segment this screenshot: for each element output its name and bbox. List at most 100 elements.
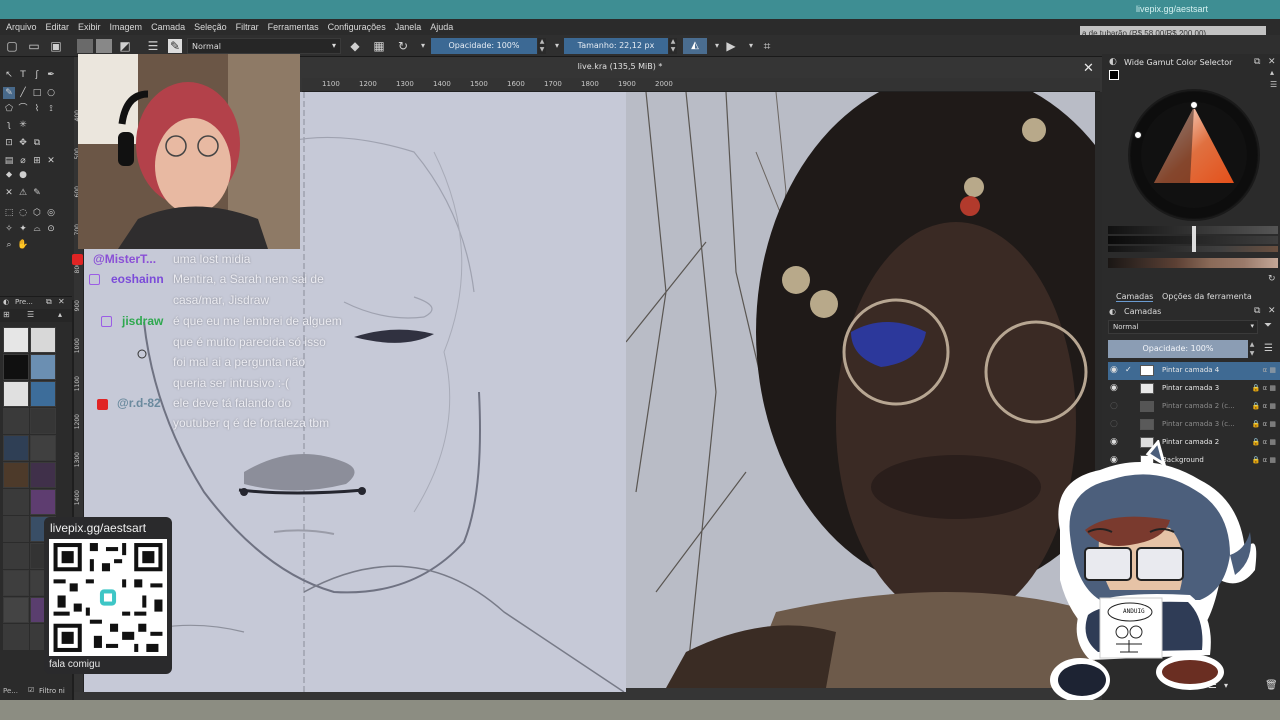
- menu-configuracoes[interactable]: Configurações: [328, 22, 386, 32]
- ellipse-select-icon[interactable]: ◌: [17, 207, 29, 219]
- menu-exibir[interactable]: Exibir: [78, 22, 101, 32]
- freehand-path-icon[interactable]: ⟟: [45, 103, 57, 115]
- tag-icon[interactable]: ⊞: [3, 310, 10, 319]
- crop-tool-icon[interactable]: ⊡: [3, 137, 15, 149]
- pattern-swatch[interactable]: [77, 39, 93, 53]
- move-tool-icon[interactable]: ✥: [17, 137, 29, 149]
- size-spinner[interactable]: ▲ ▼: [669, 38, 677, 54]
- close-icon[interactable]: ✕: [1083, 61, 1094, 76]
- assistant-tool-icon[interactable]: ✕: [3, 187, 15, 199]
- presets-search[interactable]: Pe...: [3, 687, 18, 695]
- blend-mode-select[interactable]: Normal ▾: [187, 38, 341, 54]
- brush-preset[interactable]: [3, 516, 29, 542]
- horizontal-mirror-icon[interactable]: ◭: [683, 38, 707, 54]
- text-tool-icon[interactable]: T: [17, 69, 29, 81]
- close-icon[interactable]: ✕: [58, 297, 65, 306]
- menu-icon[interactable]: ☰: [1264, 343, 1273, 354]
- layer-flags-icon[interactable]: 🔒 α ▦: [1252, 384, 1276, 392]
- colorize-mask-icon[interactable]: ●: [17, 169, 29, 181]
- opacity-spinner[interactable]: ▲ ▼: [538, 38, 546, 54]
- dynamic-brush-icon[interactable]: ʅ: [3, 119, 15, 131]
- gradient-swatch[interactable]: [96, 39, 112, 53]
- preserve-alpha-icon[interactable]: ▦: [372, 39, 386, 53]
- fg-bg-color-icon[interactable]: ◩: [118, 39, 132, 53]
- brush-preset[interactable]: [30, 354, 56, 380]
- similar-select-icon[interactable]: ✦: [17, 223, 29, 235]
- trash-icon[interactable]: 🗑: [1265, 680, 1278, 691]
- brush-preset[interactable]: [3, 408, 29, 434]
- rectangle-tool-icon[interactable]: □: [31, 87, 43, 99]
- polygon-select-icon[interactable]: ⬡: [31, 207, 43, 219]
- float-icon[interactable]: ⧉: [1254, 306, 1260, 316]
- wrap-around-icon[interactable]: ⌗: [760, 39, 774, 53]
- save-icon[interactable]: ▣: [49, 39, 63, 53]
- enclose-fill-icon[interactable]: ⬥: [3, 169, 15, 181]
- menu-filtrar[interactable]: Filtrar: [236, 22, 259, 32]
- menu-imagem[interactable]: Imagem: [110, 22, 143, 32]
- layer-row[interactable]: ○ Pintar camada 2 (c... 🔒 α ▦: [1108, 398, 1280, 416]
- layer-flags-icon[interactable]: 🔒 α ▦: [1252, 402, 1276, 410]
- chevron-down-icon[interactable]: ▾: [744, 39, 758, 53]
- opacity-slider[interactable]: Opacidade: 100%: [431, 38, 537, 54]
- smart-patch-icon[interactable]: ⊞: [31, 155, 43, 167]
- calligraphy-icon[interactable]: ✒: [45, 69, 57, 81]
- layer-row[interactable]: ○ Pintar camada 3 (c... 🔒 α ▦: [1108, 416, 1280, 434]
- brush-settings-icon[interactable]: ☰: [146, 39, 160, 53]
- refresh-icon[interactable]: ↻: [1268, 274, 1276, 284]
- eye-closed-icon[interactable]: ○: [1110, 419, 1118, 429]
- multibrush-icon[interactable]: ✳: [17, 119, 29, 131]
- eye-closed-icon[interactable]: ○: [1110, 401, 1118, 411]
- vertical-mirror-icon[interactable]: ▶: [724, 39, 738, 53]
- close-icon[interactable]: ✕: [1268, 57, 1276, 67]
- layer-row[interactable]: ◉ ✓ Pintar camada 4 α ▦: [1108, 362, 1280, 380]
- fill-tool-icon[interactable]: ✕: [45, 155, 57, 167]
- layer-opacity-slider[interactable]: Opacidade: 100%: [1108, 340, 1248, 358]
- gradient-tool-icon[interactable]: ▤: [3, 155, 15, 167]
- freehand-select-icon[interactable]: ◎: [45, 207, 57, 219]
- measure-tool-icon[interactable]: ⚠: [17, 187, 29, 199]
- menu-editar[interactable]: Editar: [46, 22, 70, 32]
- menu-selecao[interactable]: Seleção: [194, 22, 227, 32]
- brush-preset-icon[interactable]: ✎: [168, 39, 182, 53]
- layer-flags-icon[interactable]: 🔒 α ▦: [1252, 420, 1276, 428]
- reference-tool-icon[interactable]: ✎: [31, 187, 43, 199]
- brush-preset[interactable]: [30, 327, 56, 353]
- foreground-color-swatch[interactable]: [1109, 70, 1119, 80]
- list-view-icon[interactable]: ☰: [27, 310, 34, 319]
- open-folder-icon[interactable]: ▭: [27, 39, 41, 53]
- rect-select-icon[interactable]: ⬚: [3, 207, 15, 219]
- layer-opacity-spinner[interactable]: ▲ ▼: [1248, 340, 1256, 358]
- menu-camada[interactable]: Camada: [151, 22, 185, 32]
- brush-preset[interactable]: [3, 381, 29, 407]
- brush-preset[interactable]: [3, 462, 29, 488]
- brush-preset[interactable]: [3, 327, 29, 353]
- eye-icon[interactable]: ◉: [1110, 383, 1118, 393]
- bezier-tool-icon[interactable]: ⌇: [31, 103, 43, 115]
- tab-camadas[interactable]: Camadas: [1116, 292, 1154, 302]
- eye-icon[interactable]: ◉: [1110, 365, 1118, 375]
- brush-preset[interactable]: [30, 489, 56, 515]
- pan-tool-icon[interactable]: ✋: [17, 239, 29, 251]
- menu-ajuda[interactable]: Ajuda: [430, 22, 453, 32]
- brush-preset[interactable]: [30, 462, 56, 488]
- chevron-down-icon[interactable]: ▾: [550, 39, 564, 53]
- chevron-down-icon[interactable]: ▾: [416, 39, 430, 53]
- transform-tool-icon[interactable]: ⧉: [31, 137, 43, 149]
- brush-preset[interactable]: [30, 381, 56, 407]
- polyline-tool-icon[interactable]: ⌒: [17, 103, 29, 115]
- menu-arquivo[interactable]: Arquivo: [6, 22, 37, 32]
- float-icon[interactable]: ⧉: [46, 297, 52, 307]
- brush-preset[interactable]: [30, 435, 56, 461]
- freehand-brush-icon[interactable]: ✎: [3, 87, 15, 99]
- settings-icon[interactable]: ☰: [1270, 80, 1277, 89]
- new-document-icon[interactable]: ▢: [5, 39, 19, 53]
- scroll-up-icon[interactable]: ▴: [58, 310, 62, 319]
- layer-blend-mode-select[interactable]: Normal ▾: [1108, 320, 1258, 334]
- menu-ferramentas[interactable]: Ferramentas: [268, 22, 319, 32]
- line-tool-icon[interactable]: ╱: [17, 87, 29, 99]
- brush-preset[interactable]: [3, 570, 29, 596]
- color-history-bars[interactable]: [1108, 226, 1278, 270]
- filter-icon[interactable]: ⏷: [1264, 320, 1272, 331]
- zoom-tool-icon[interactable]: ⌕: [3, 239, 15, 251]
- bezier-select-icon[interactable]: ⌓: [31, 223, 43, 235]
